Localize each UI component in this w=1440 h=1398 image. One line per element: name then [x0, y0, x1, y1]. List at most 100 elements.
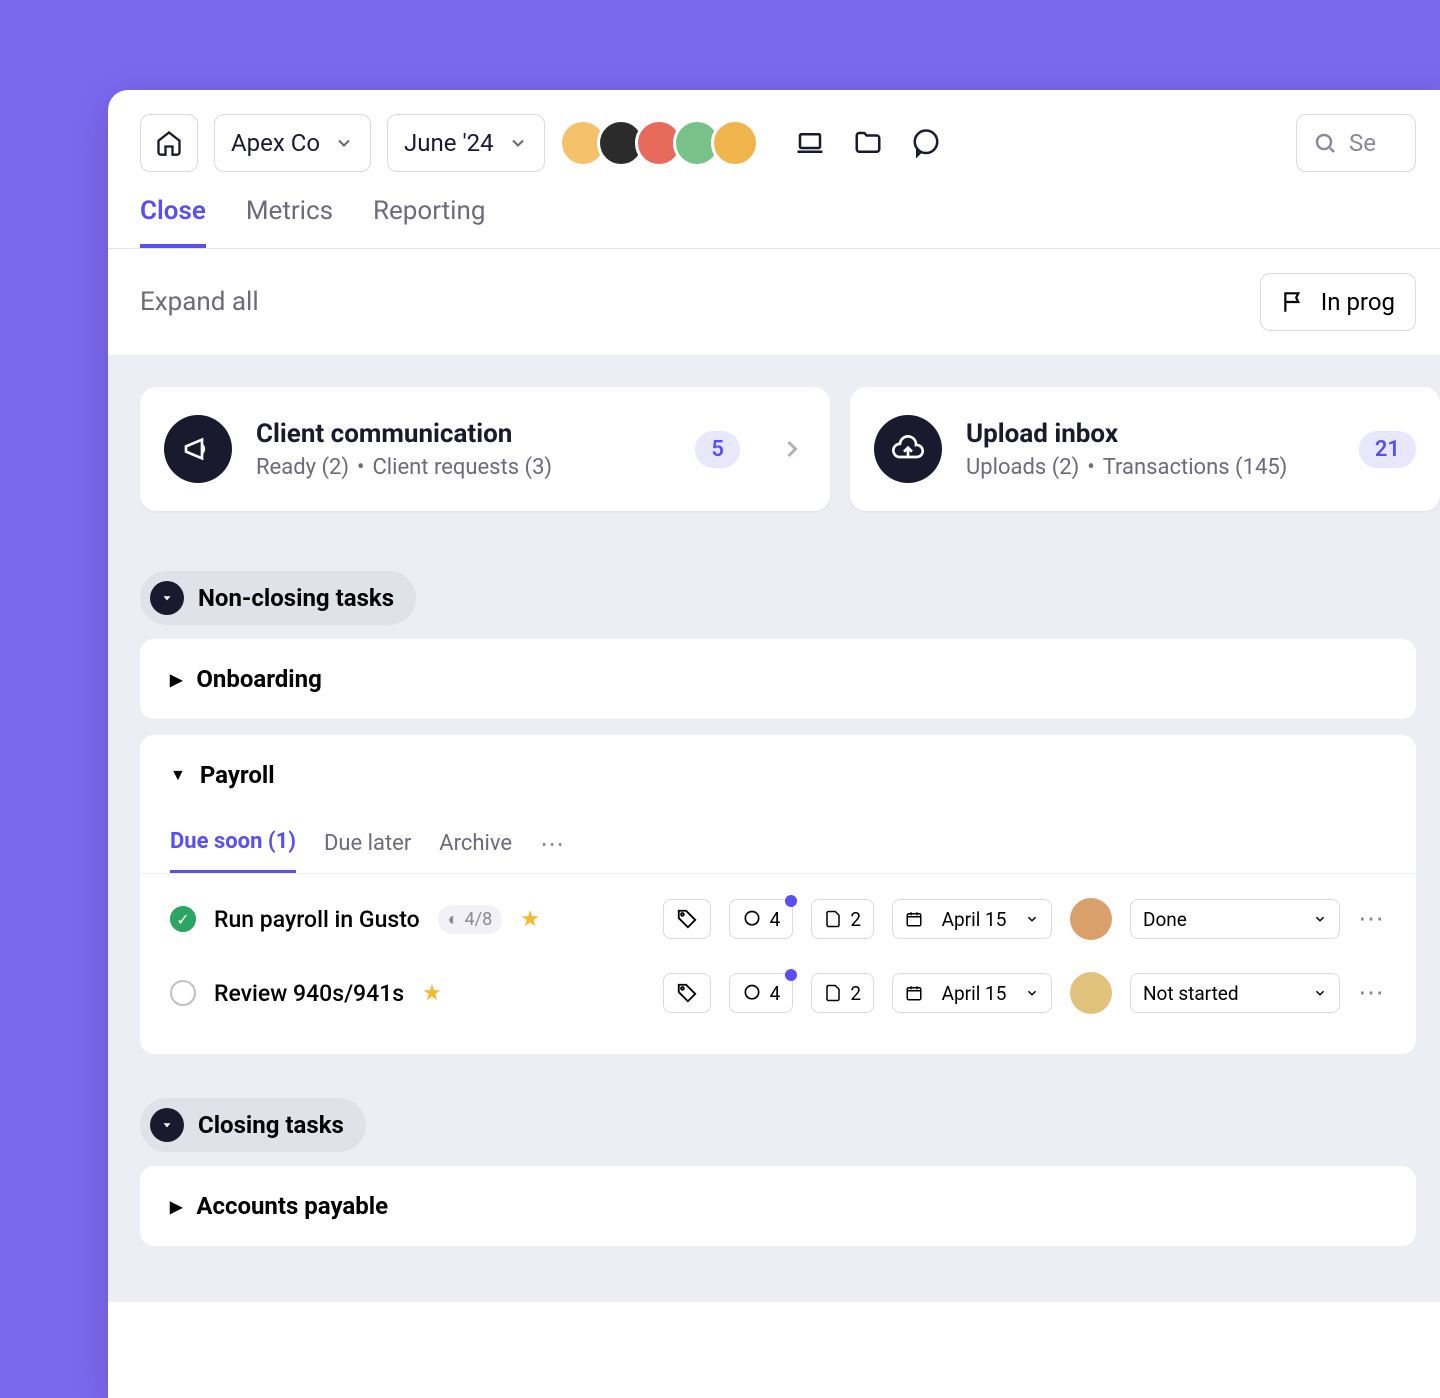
notification-dot — [785, 969, 797, 981]
status-dropdown[interactable]: Not started — [1130, 973, 1340, 1013]
date-picker[interactable]: April 15 — [892, 973, 1052, 1013]
more-icon[interactable]: ⋯ — [540, 830, 564, 858]
toolbar: Apex Co June '24 Se — [108, 90, 1440, 172]
home-icon — [155, 129, 183, 157]
company-name: Apex Co — [231, 129, 320, 157]
card-title: Client communication — [256, 419, 552, 449]
search-placeholder: Se — [1349, 129, 1376, 157]
search-icon — [1313, 131, 1337, 155]
chevron-down-icon — [1313, 986, 1327, 1000]
assignee-avatar[interactable] — [1070, 898, 1112, 940]
docs-button[interactable]: 2 — [811, 899, 874, 939]
subtabs: Due soon (1) Due later Archive ⋯ — [140, 815, 1416, 874]
assignee-avatar[interactable] — [1070, 972, 1112, 1014]
team-avatars[interactable] — [569, 119, 759, 167]
caret-down-icon — [160, 1118, 174, 1132]
section-title: Payroll — [200, 761, 275, 789]
caret-right-icon: ▶ — [170, 1197, 182, 1216]
task-content: Non-closing tasks ▶ Onboarding ▼ Payroll… — [108, 543, 1440, 1302]
toolbar-icons — [795, 128, 941, 158]
task-name[interactable]: Run payroll in Gusto — [214, 906, 420, 933]
tag-icon — [676, 908, 698, 930]
main-tabs: Close Metrics Reporting — [108, 172, 1440, 249]
tab-close[interactable]: Close — [140, 196, 206, 248]
megaphone-icon — [164, 415, 232, 483]
expand-all-button[interactable]: Expand all — [140, 287, 259, 317]
subtab-due-later[interactable]: Due later — [324, 817, 411, 872]
task-list: ✓ Run payroll in Gusto ◐ 4/8 ★ 4 — [140, 874, 1416, 1054]
star-icon[interactable]: ★ — [422, 981, 442, 1006]
chevron-down-icon — [508, 133, 528, 153]
company-dropdown[interactable]: Apex Co — [214, 114, 371, 172]
comment-button[interactable]: 4 — [729, 899, 794, 939]
chat-icon — [742, 909, 762, 929]
card-subtitle: Uploads (2)•Transactions (145) — [966, 455, 1287, 480]
section-onboarding: ▶ Onboarding — [140, 639, 1416, 719]
count-badge: 21 — [1359, 431, 1416, 468]
calendar-icon — [905, 984, 923, 1002]
task-row: ✓ Run payroll in Gusto ◐ 4/8 ★ 4 — [170, 882, 1386, 956]
star-icon[interactable]: ★ — [520, 907, 540, 932]
laptop-icon[interactable] — [795, 128, 825, 158]
count-badge: 5 — [695, 431, 740, 468]
caret-down-icon: ▼ — [170, 765, 186, 785]
calendar-icon — [905, 910, 923, 928]
date-picker[interactable]: April 15 — [892, 899, 1052, 939]
client-communication-card[interactable]: Client communication Ready (2)•Client re… — [140, 387, 830, 511]
tag-button[interactable] — [663, 973, 711, 1013]
home-button[interactable] — [140, 114, 198, 172]
tag-icon — [676, 982, 698, 1004]
task-checkbox[interactable]: ✓ — [170, 906, 196, 932]
filter-label: In prog — [1321, 288, 1395, 316]
more-icon[interactable]: ⋯ — [1358, 978, 1386, 1008]
summary-cards: Client communication Ready (2)•Client re… — [108, 355, 1440, 543]
chevron-down-icon — [1313, 912, 1327, 926]
avatar — [711, 119, 759, 167]
non-closing-tasks-group[interactable]: Non-closing tasks — [140, 571, 416, 625]
period-dropdown[interactable]: June '24 — [387, 114, 545, 172]
tag-button[interactable] — [663, 899, 711, 939]
file-icon — [824, 910, 842, 928]
progress-chip: ◐ 4/8 — [438, 905, 503, 934]
task-row: Review 940s/941s ★ 4 2 — [170, 956, 1386, 1030]
caret-right-icon: ▶ — [170, 670, 182, 689]
caret-down-icon — [160, 591, 174, 605]
chevron-down-icon — [1025, 986, 1039, 1000]
chevron-down-icon — [334, 133, 354, 153]
status-dropdown[interactable]: Done — [1130, 899, 1340, 939]
section-accounts-payable: ▶ Accounts payable — [140, 1166, 1416, 1246]
closing-tasks-group[interactable]: Closing tasks — [140, 1098, 366, 1152]
cloud-upload-icon — [874, 415, 942, 483]
more-icon[interactable]: ⋯ — [1358, 904, 1386, 934]
status-filter[interactable]: In prog — [1260, 273, 1416, 331]
task-name[interactable]: Review 940s/941s — [214, 980, 404, 1007]
chat-icon — [742, 983, 762, 1003]
task-checkbox[interactable] — [170, 980, 196, 1006]
tab-reporting[interactable]: Reporting — [373, 196, 485, 248]
comment-button[interactable]: 4 — [729, 973, 794, 1013]
file-icon — [824, 984, 842, 1002]
section-header[interactable]: ▶ Accounts payable — [140, 1166, 1416, 1246]
group-label: Non-closing tasks — [198, 584, 394, 612]
card-title: Upload inbox — [966, 419, 1287, 449]
section-header[interactable]: ▼ Payroll — [140, 735, 1416, 815]
notification-dot — [785, 895, 797, 907]
upload-inbox-card[interactable]: Upload inbox Uploads (2)•Transactions (1… — [850, 387, 1440, 511]
chat-icon[interactable] — [911, 128, 941, 158]
section-title: Onboarding — [196, 665, 321, 693]
period-name: June '24 — [404, 129, 494, 157]
folder-icon[interactable] — [853, 128, 883, 158]
subbar: Expand all In prog — [108, 249, 1440, 355]
group-label: Closing tasks — [198, 1111, 344, 1139]
section-payroll: ▼ Payroll Due soon (1) Due later Archive… — [140, 735, 1416, 1054]
subtab-archive[interactable]: Archive — [439, 817, 512, 872]
search-input[interactable]: Se — [1296, 114, 1416, 172]
chevron-right-icon — [778, 435, 806, 463]
card-subtitle: Ready (2)•Client requests (3) — [256, 455, 552, 480]
section-header[interactable]: ▶ Onboarding — [140, 639, 1416, 719]
tab-metrics[interactable]: Metrics — [246, 196, 333, 248]
chevron-down-icon — [1025, 912, 1039, 926]
subtab-due-soon[interactable]: Due soon (1) — [170, 815, 296, 873]
flag-icon — [1281, 289, 1307, 315]
docs-button[interactable]: 2 — [811, 973, 874, 1013]
